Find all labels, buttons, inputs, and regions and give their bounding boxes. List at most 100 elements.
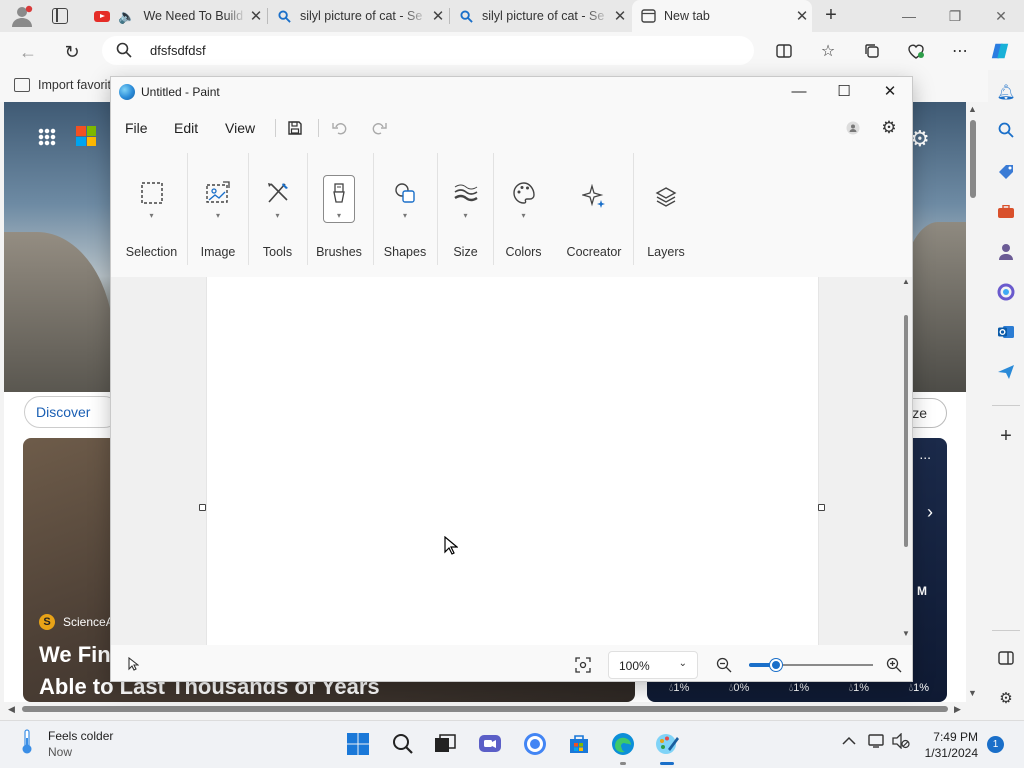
search-icon <box>458 8 474 24</box>
taskbar-clock[interactable]: 7:49 PM 1/31/2024 <box>920 729 978 761</box>
microsoft-logo-icon <box>76 126 96 146</box>
paint-title-bar[interactable]: Untitled - Paint — ☐ ✕ <box>111 77 912 107</box>
close-tab-icon[interactable]: ✕ <box>428 7 448 25</box>
teams-chat-icon[interactable] <box>477 731 503 757</box>
chevron-down-icon: ⌄ <box>678 658 687 669</box>
notification-count-badge[interactable]: 1 <box>987 736 1004 753</box>
ribbon-layers[interactable]: Layers <box>634 149 698 267</box>
games-icon[interactable] <box>996 242 1016 262</box>
notifications-bell-icon[interactable]: 🔔︎ <box>996 82 1016 102</box>
more-options-icon[interactable]: ⋯ <box>950 41 970 61</box>
ribbon-size[interactable]: ▾ Size <box>438 149 493 267</box>
add-sidebar-app-icon[interactable]: + <box>996 425 1016 447</box>
shopping-tag-icon[interactable] <box>996 162 1016 182</box>
taskbar-weather-widget[interactable]: Feels colder Now <box>20 729 113 759</box>
import-icon <box>14 78 30 92</box>
weather-more-icon[interactable]: ... <box>919 446 931 462</box>
windows-taskbar: Feels colder Now 7:49 PM 1/31/2024 1 <box>0 720 1024 768</box>
ribbon-colors[interactable]: ▾ Colors <box>494 149 553 267</box>
address-bar[interactable]: dfsfsdfdsf <box>102 36 754 65</box>
paint-minimize-button[interactable]: — <box>776 77 822 107</box>
network-icon[interactable] <box>868 733 886 752</box>
favorites-star-icon[interactable]: ☆ <box>818 41 838 61</box>
tab-youtube[interactable]: 🔈 We Need To Build ✕ <box>86 0 266 32</box>
close-tab-icon[interactable]: ✕ <box>792 7 812 25</box>
browser-minimize-button[interactable]: — <box>886 0 932 32</box>
fit-to-window-icon[interactable] <box>575 657 591 676</box>
ribbon-image[interactable]: ▾ Image <box>188 149 248 267</box>
back-arrow-icon[interactable]: ← <box>18 42 38 62</box>
canvas-resize-handle-right[interactable] <box>818 504 825 511</box>
news-headline-line1: We Fin <box>39 642 111 667</box>
close-tab-icon[interactable]: ✕ <box>610 7 630 25</box>
address-text[interactable]: dfsfsdfdsf <box>150 43 206 58</box>
speaker-icon[interactable]: 🔈 <box>118 8 135 25</box>
weather-condition: Feels colder <box>48 729 114 743</box>
canvas-vertical-scrollbar[interactable]: ▲ ▼ <box>901 277 911 645</box>
search-icon[interactable] <box>996 120 1016 140</box>
undo-icon[interactable] <box>329 117 351 139</box>
send-drop-icon[interactable] <box>996 362 1016 382</box>
browser-close-button[interactable]: ✕ <box>978 0 1024 32</box>
paint-taskbar-icon[interactable] <box>654 731 680 765</box>
sidebar-settings-gear-icon[interactable]: ⚙ <box>996 688 1016 708</box>
chrome-icon[interactable] <box>522 731 548 757</box>
tools-icon <box>262 177 294 209</box>
import-favorites-link[interactable]: Import favorites <box>14 78 124 92</box>
redo-icon[interactable] <box>368 117 390 139</box>
split-screen-icon[interactable] <box>774 41 794 61</box>
tab-actions-icon[interactable] <box>52 8 68 24</box>
volume-muted-icon[interactable] <box>892 732 910 752</box>
menu-view[interactable]: View <box>225 120 255 136</box>
ribbon-shapes[interactable]: ▾ Shapes <box>374 149 436 267</box>
start-button[interactable] <box>345 731 371 757</box>
edge-browser-icon[interactable] <box>610 731 636 765</box>
task-view-icon[interactable] <box>432 731 458 757</box>
browser-essentials-icon[interactable] <box>906 41 926 61</box>
youtube-icon <box>94 8 110 24</box>
chevron-right-icon[interactable]: › <box>927 502 933 523</box>
hide-sidebar-icon[interactable] <box>996 648 1016 668</box>
ribbon-selection[interactable]: ▾ Selection <box>117 149 186 267</box>
zoom-slider-thumb[interactable] <box>770 659 783 671</box>
news-source: S ScienceA <box>39 614 114 630</box>
tab-search-1[interactable]: silyl picture of cat - Se ✕ <box>268 0 448 32</box>
ribbon-brushes[interactable]: ▾ Brushes <box>308 149 370 267</box>
microsoft-365-icon[interactable] <box>996 282 1016 302</box>
ribbon-cocreator[interactable]: Cocreator <box>557 149 631 267</box>
account-avatar-icon[interactable] <box>842 117 864 139</box>
profile-avatar-icon[interactable] <box>10 5 34 27</box>
tools-briefcase-icon[interactable] <box>996 202 1016 222</box>
tab-title: silyl picture of cat - Se <box>482 9 605 23</box>
precip-value: 💧︎1% <box>669 682 690 694</box>
taskbar-search-icon[interactable] <box>390 731 416 757</box>
save-icon[interactable] <box>284 117 306 139</box>
discover-button[interactable]: Discover <box>24 396 120 428</box>
app-launcher-icon[interactable] <box>38 128 56 146</box>
paint-settings-gear-icon[interactable]: ⚙ <box>878 117 900 139</box>
page-vertical-scrollbar[interactable]: ▲ ▼ <box>966 102 980 702</box>
canvas-resize-handle-left[interactable] <box>199 504 206 511</box>
browser-restore-button[interactable]: ❐ <box>932 0 978 32</box>
menu-edit[interactable]: Edit <box>174 120 198 136</box>
menu-file[interactable]: File <box>125 120 148 136</box>
page-horizontal-scrollbar[interactable]: ◀ ▶ <box>4 702 966 716</box>
copilot-icon[interactable] <box>990 41 1010 61</box>
drawing-canvas[interactable] <box>206 277 819 645</box>
refresh-icon[interactable]: ↻ <box>62 42 82 62</box>
zoom-level-dropdown[interactable]: 100% ⌄ <box>608 651 698 679</box>
paint-maximize-button[interactable]: ☐ <box>821 77 867 107</box>
tab-new-tab[interactable]: New tab ✕ <box>632 0 812 32</box>
ribbon-tools[interactable]: ▾ Tools <box>249 149 306 267</box>
tab-search-2[interactable]: silyl picture of cat - Se ✕ <box>450 0 630 32</box>
pointer-position-icon <box>127 656 140 674</box>
show-hidden-icons-chevron-icon[interactable] <box>842 733 856 749</box>
paint-close-button[interactable]: ✕ <box>867 77 913 107</box>
close-tab-icon[interactable]: ✕ <box>246 7 266 25</box>
outlook-icon[interactable] <box>996 322 1016 342</box>
new-tab-button[interactable]: + <box>821 5 841 25</box>
zoom-out-icon[interactable] <box>716 657 732 676</box>
microsoft-store-icon[interactable] <box>566 731 592 757</box>
collections-icon[interactable] <box>862 41 882 61</box>
zoom-in-icon[interactable] <box>886 657 902 676</box>
